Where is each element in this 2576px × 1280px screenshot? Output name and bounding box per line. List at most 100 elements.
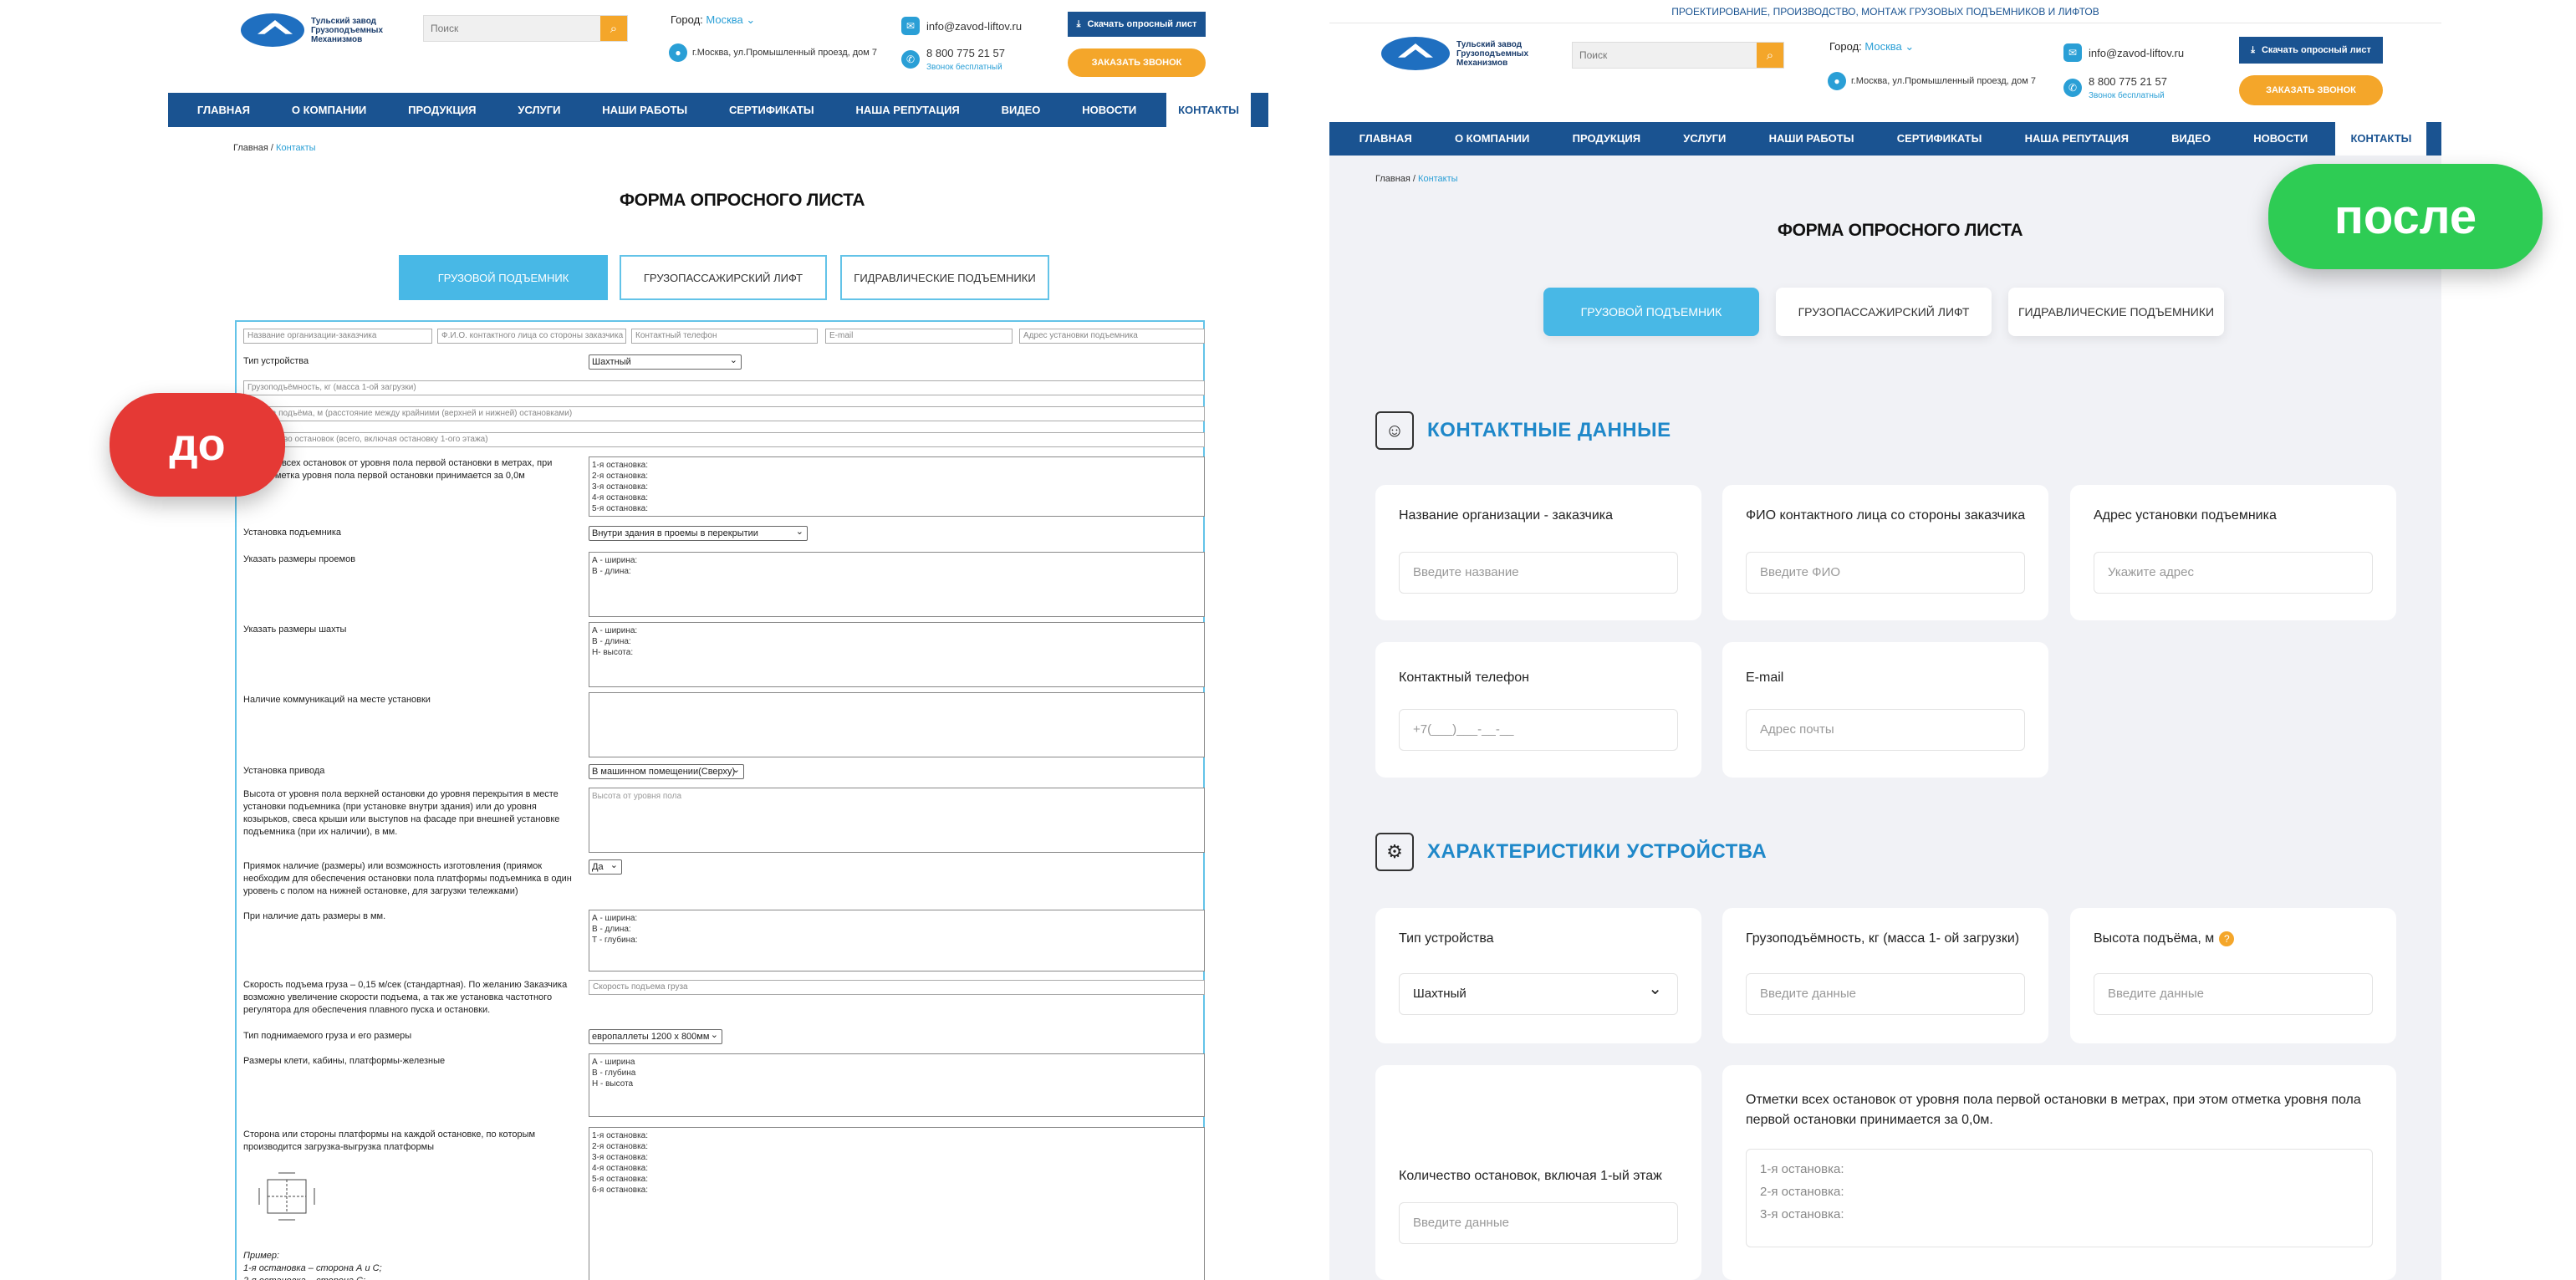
phone-input[interactable]: Контактный телефон [631, 329, 818, 344]
sides-label: Сторона или стороны платформы на каждой … [243, 1130, 536, 1152]
contacts-section-header: ☺ КОНТАКТНЫЕ ДАННЫЕ [1375, 411, 1671, 450]
address-card: Адрес установки подъемника Укажите адрес [2070, 485, 2396, 620]
tab-hydraulic-lift[interactable]: ГИДРАВЛИЧЕСКИЕ ПОДЪЕМНИКИ [2008, 288, 2224, 336]
nav-item[interactable]: ПРОДУКЦИЯ [1558, 122, 1655, 156]
order-call-button[interactable]: ЗАКАЗАТЬ ЗВОНОК [1068, 48, 1206, 77]
address-input[interactable]: Укажите адрес [2094, 552, 2373, 594]
nav-item[interactable]: О КОМПАНИИ [280, 93, 378, 127]
speed-input[interactable]: Скорость подъема груза [589, 980, 1205, 995]
phone-contact[interactable]: ✆ 8 800 775 21 57 Звонок бесплатный [2063, 75, 2167, 100]
nav-item[interactable]: НОВОСТИ [2238, 122, 2323, 156]
comms-textarea[interactable] [589, 692, 1205, 757]
height-textarea[interactable]: Высота от уровня пола [589, 788, 1205, 853]
order-call-button[interactable]: ЗАКАЗАТЬ ЗВОНОК [2239, 75, 2383, 105]
tab-passenger-lift[interactable]: ГРУЗОПАССАЖИРСКИЙ ЛИФТ [620, 255, 827, 300]
nav-item[interactable]: УСЛУГИ [506, 93, 572, 127]
before-badge: до [110, 393, 285, 497]
nav-item[interactable]: ВИДЕО [2156, 122, 2226, 156]
cabin-textarea[interactable]: А - ширина В - глубина Н - высота [589, 1053, 1205, 1117]
phone-note: Звонок бесплатный [926, 63, 1002, 72]
logo-text: Тульский завод Грузоподъемных Механизмов [310, 16, 383, 44]
phone-text[interactable]: 8 800 775 21 57 [926, 47, 1005, 59]
search-icon[interactable]: ⌕ [1757, 43, 1783, 68]
cargo-select[interactable]: европаллеты 1200 х 800мм [589, 1028, 722, 1044]
tab-freight-lift[interactable]: ГРУЗОВОЙ ПОДЪЕМНИК [1543, 288, 1759, 336]
email-input[interactable]: Адрес почты [1746, 709, 2025, 751]
phone-contact[interactable]: ✆ 8 800 775 21 57 Звонок бесплатный [901, 47, 1005, 72]
nav-item-active[interactable]: КОНТАКТЫ [1166, 93, 1251, 127]
nav-item[interactable]: СЕРТИФИКАТЫ [717, 93, 826, 127]
email-contact[interactable]: ✉ info@zavod-liftov.ru [2063, 43, 2184, 62]
phone-input[interactable]: +7(___)___-__-__ [1399, 709, 1678, 751]
nav-item[interactable]: ГЛАВНАЯ [186, 93, 262, 127]
install-select[interactable]: Внутри здания в проемы в перекрытии [589, 525, 808, 541]
address-input[interactable]: Адрес установки подъемника [1019, 329, 1205, 344]
nav-item-active[interactable]: КОНТАКТЫ [2335, 122, 2427, 156]
load-input[interactable]: Введите данные [1746, 973, 2025, 1015]
help-icon[interactable]: ? [2219, 931, 2235, 946]
email-input[interactable]: E-mail [825, 329, 1013, 344]
pit-size-textarea[interactable]: А - ширина: В - длина: Т - глубина: [589, 910, 1205, 971]
nav-item[interactable]: УСЛУГИ [1668, 122, 1741, 156]
logo[interactable]: Тульский завод Грузоподъемных Механизмов [241, 12, 383, 48]
stops-count-input[interactable]: Количество остановок (всего, включая ост… [243, 432, 1205, 447]
fio-input[interactable]: Ф.И.О. контактного лица со стороны заказ… [437, 329, 626, 344]
stops-marks-textarea[interactable]: 1-я остановка: 2-я остановка: 3-я остано… [1746, 1149, 2373, 1247]
nav-item[interactable]: НОВОСТИ [1070, 93, 1148, 127]
stops-count-input[interactable]: Введите данные [1399, 1202, 1678, 1244]
city-value[interactable]: Москва [1864, 40, 1901, 53]
sides-textarea[interactable]: 1-я остановка: 2-я остановка: 3-я остано… [589, 1127, 1205, 1280]
lift-height-input[interactable]: Введите данные [2094, 973, 2373, 1015]
tab-passenger-lift[interactable]: ГРУЗОПАССАЖИРСКИЙ ЛИФТ [1776, 288, 1992, 336]
breadcrumb-home[interactable]: Главная [1375, 174, 1410, 184]
nav-item[interactable]: СЕРТИФИКАТЫ [1882, 122, 1997, 156]
fio-input[interactable]: Введите ФИО [1746, 552, 2025, 594]
download-form-button[interactable]: ⤓ Скачать опросный лист [1068, 12, 1206, 37]
nav-item[interactable]: НАШИ РАБОТЫ [590, 93, 699, 127]
nav-item[interactable]: ГЛАВНАЯ [1344, 122, 1427, 156]
email-text[interactable]: info@zavod-liftov.ru [2089, 47, 2184, 59]
tab-hydraulic-lift[interactable]: ГИДРАВЛИЧЕСКИЕ ПОДЪЕМНИКИ [840, 255, 1049, 300]
openings-textarea[interactable]: А - ширина: В - длина: [589, 552, 1205, 617]
phone-icon: ✆ [901, 50, 920, 69]
lift-height-input[interactable]: Высота подъёма, м (расстояние между край… [243, 406, 1205, 421]
org-input[interactable]: Название организации-заказчика [243, 329, 432, 344]
city-selector[interactable]: Город: Москва ⌄ [1829, 40, 1914, 54]
breadcrumb-current: Контакты [1418, 174, 1458, 184]
email-text[interactable]: info@zavod-liftov.ru [926, 20, 1022, 33]
stops-marks-textarea[interactable]: 1-я остановка: 2-я остановка: 3-я остано… [589, 456, 1205, 517]
shaft-textarea[interactable]: А - ширина: В - длина: Н- высота: [589, 622, 1205, 687]
device-heading: ХАРАКТЕРИСТИКИ УСТРОЙСТВА [1427, 840, 1767, 863]
download-form-button[interactable]: ⤓ Скачать опросный лист [2239, 37, 2383, 64]
device-type-label: Тип устройства [243, 356, 309, 366]
phone-text[interactable]: 8 800 775 21 57 [2089, 75, 2167, 88]
device-type-select[interactable]: Шахтный [589, 354, 742, 370]
speed-label: Скорость подъема груза – 0,15 м/сек (ста… [243, 980, 568, 1015]
city-selector[interactable]: Город: Москва ⌄ [671, 13, 755, 27]
pit-select[interactable]: Да [589, 859, 622, 875]
tab-freight-lift[interactable]: ГРУЗОВОЙ ПОДЪЕМНИК [399, 255, 608, 300]
nav-item[interactable]: ВИДЕО [990, 93, 1053, 127]
nav-item[interactable]: О КОМПАНИИ [1440, 122, 1544, 156]
city-value[interactable]: Москва [706, 13, 742, 26]
search-input[interactable] [424, 16, 600, 41]
breadcrumb-home[interactable]: Главная [233, 143, 268, 153]
stops-marks-label: Отметки всех остановок от уровня пола пе… [243, 458, 553, 481]
drive-select[interactable]: В машинном помещении(Сверху) [589, 763, 744, 779]
email-contact[interactable]: ✉ info@zavod-liftov.ru [901, 17, 1022, 35]
capacity-input[interactable]: Грузоподъёмность, кг (масса 1-ой загрузк… [243, 380, 1205, 395]
nav-item[interactable]: НАША РЕПУТАЦИЯ [2010, 122, 2144, 156]
org-input[interactable]: Введите название [1399, 552, 1678, 594]
type-select[interactable]: Шахтный [1399, 969, 1678, 1015]
logo-icon [1381, 37, 1450, 70]
search-input[interactable] [1573, 43, 1757, 68]
openings-label: Указать размеры проемов [243, 554, 356, 564]
nav-item[interactable]: НАША РЕПУТАЦИЯ [844, 93, 971, 127]
search-icon[interactable]: ⌕ [600, 16, 627, 41]
search-box: ⌕ [423, 15, 628, 42]
address-text: г.Москва, ул.Промышленный проезд, дом 7 [1851, 76, 2037, 86]
nav-item[interactable]: ПРОДУКЦИЯ [396, 93, 487, 127]
install-label: Установка подъемника [243, 528, 342, 538]
logo[interactable]: Тульский завод Грузоподъемных Механизмов [1381, 35, 1548, 72]
nav-item[interactable]: НАШИ РАБОТЫ [1754, 122, 1870, 156]
